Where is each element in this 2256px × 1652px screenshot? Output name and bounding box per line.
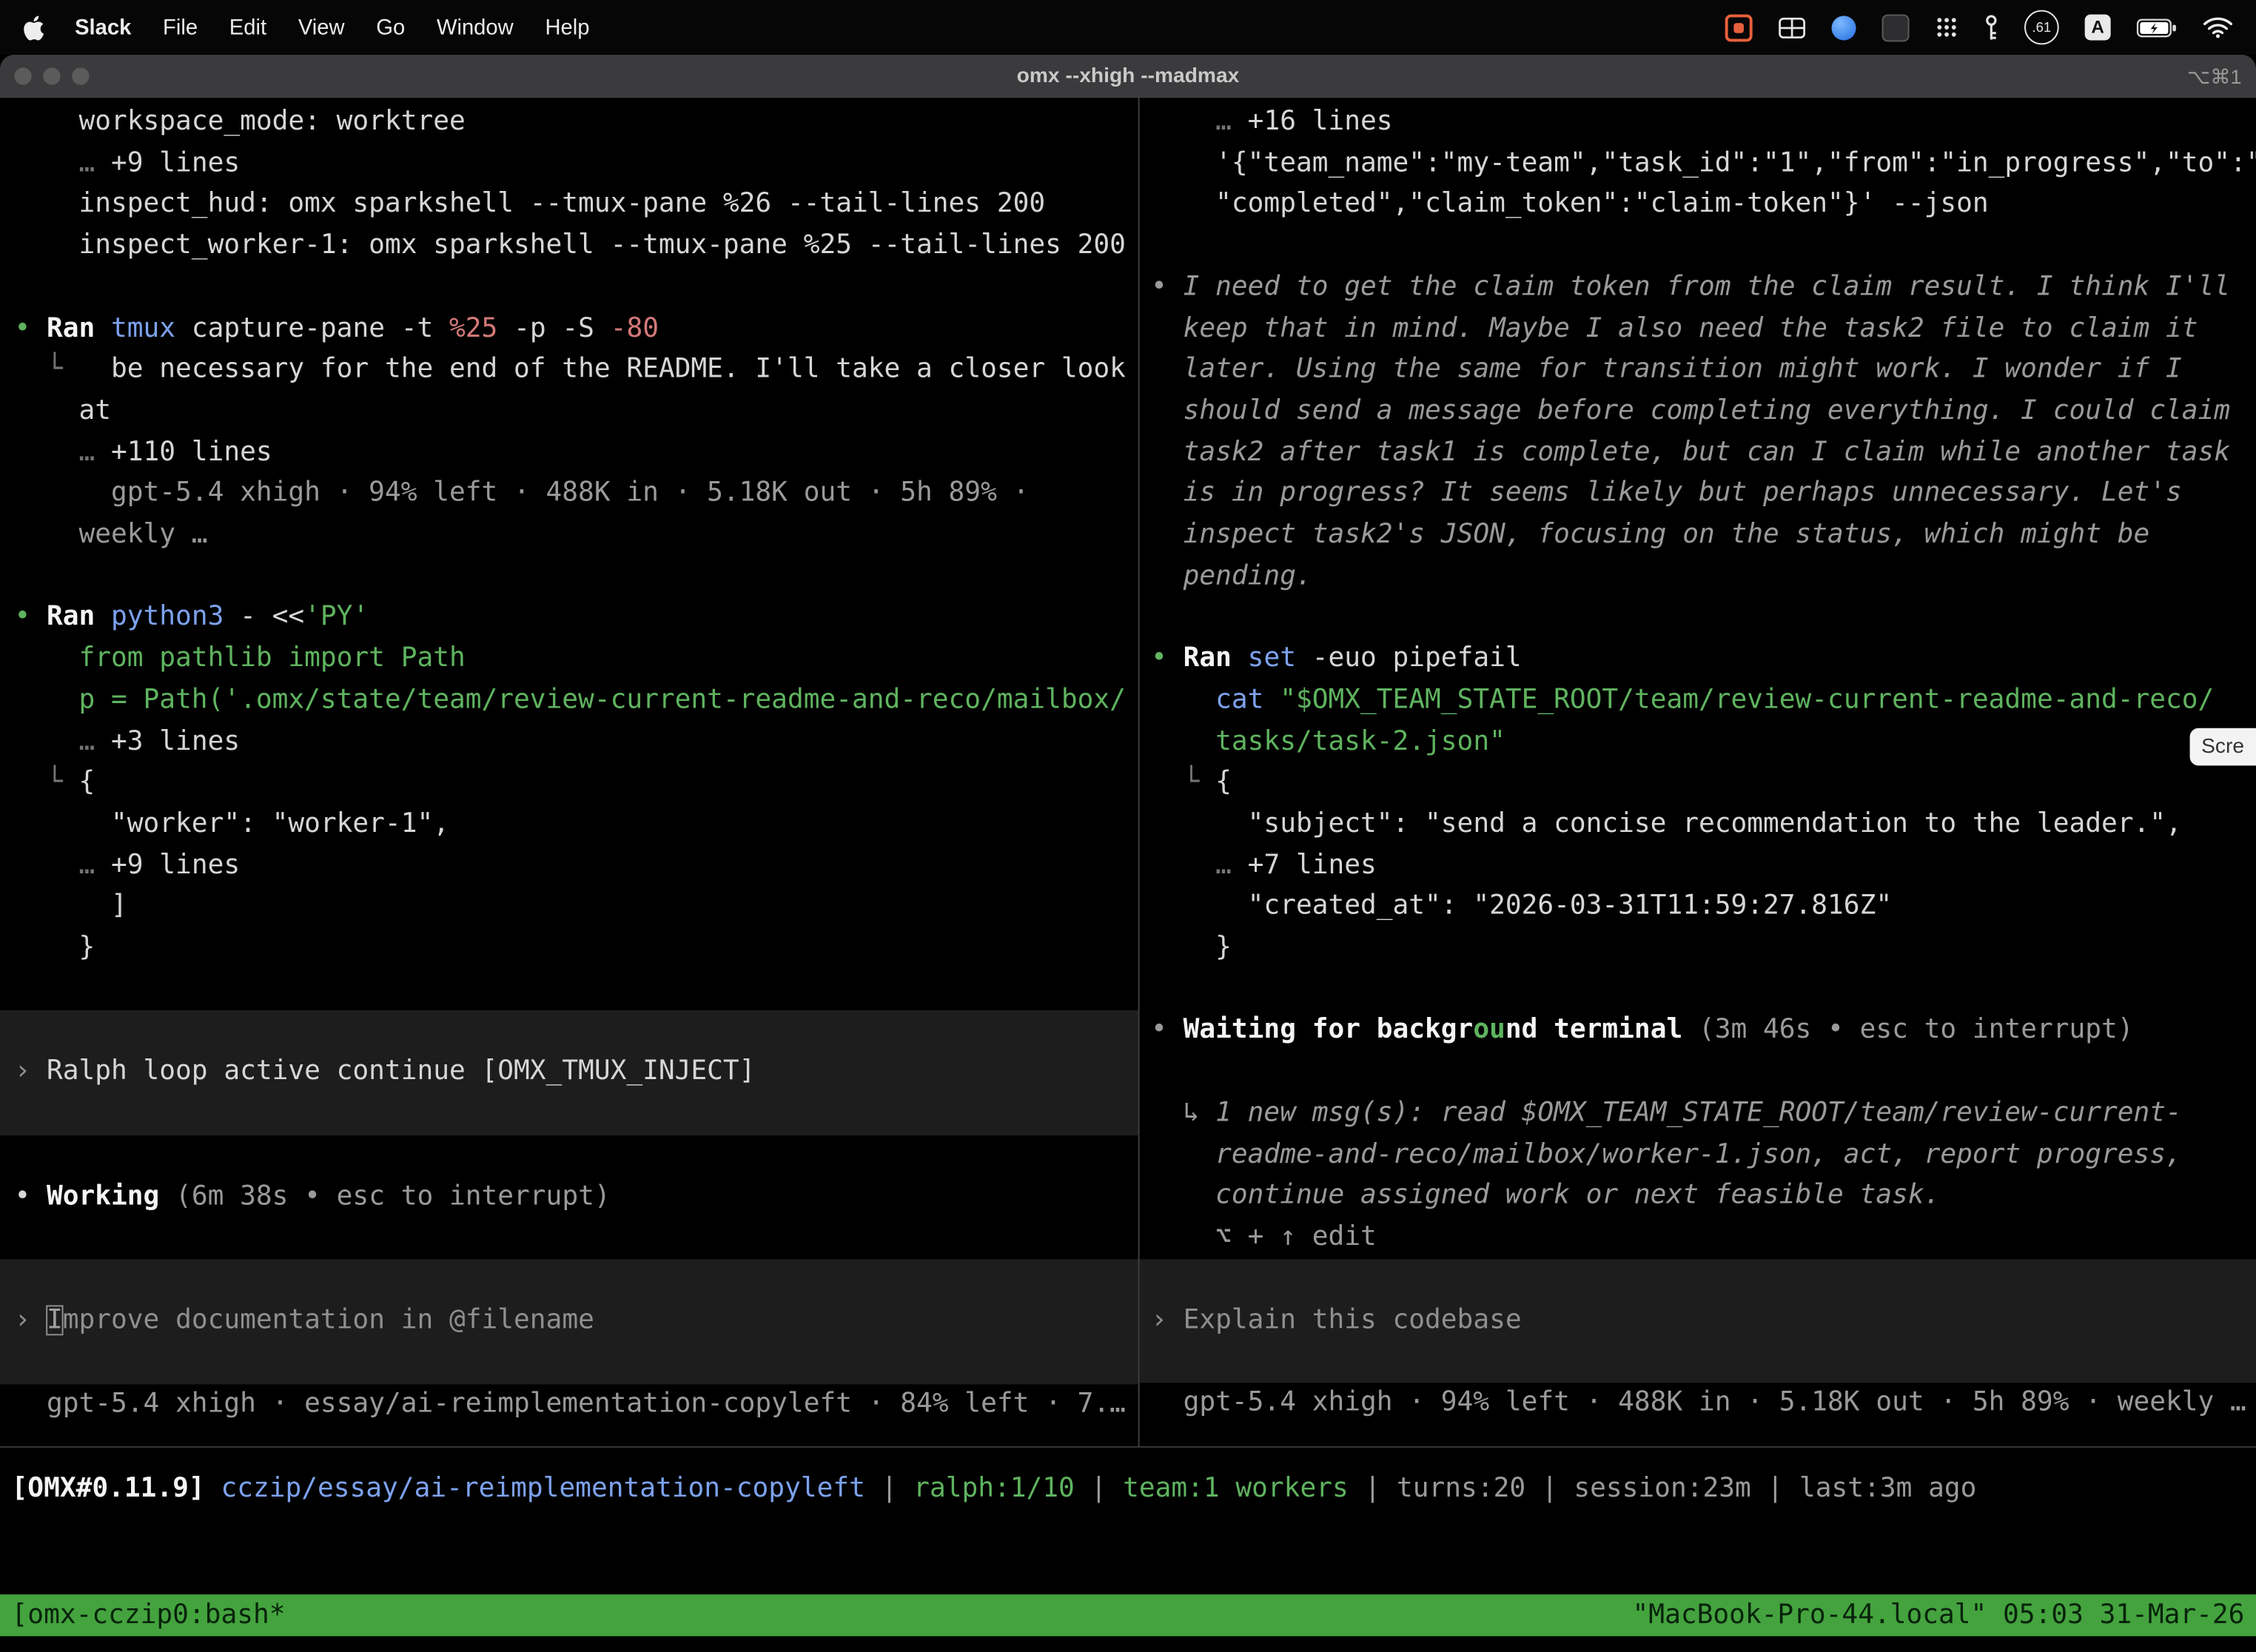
terminal-line: … +16 lines xyxy=(1140,102,2256,144)
terminal-line: keep that in mind. Maybe I also need the… xyxy=(1140,309,2256,350)
terminal-line: gpt-5.4 xhigh · essay/ai-reimplementatio… xyxy=(0,1384,1138,1426)
terminal-line: task2 after task1 is complete, but can I… xyxy=(1140,432,2256,474)
terminal-line xyxy=(0,1135,1138,1177)
terminal-line: • Waiting for background terminal (3m 46… xyxy=(1140,1011,2256,1052)
window-title: omx --xhigh --madmax xyxy=(1017,64,1240,87)
terminal-line: "subject": "send a concise recommendatio… xyxy=(1140,805,2256,846)
screen-recording-icon[interactable] xyxy=(1725,13,1753,41)
terminal-line: readme-and-reco/mailbox/worker-1.json, a… xyxy=(1140,1135,2256,1176)
tmux-host-time-label: "MacBook-Pro-44.local" 05:03 31-Mar-26 xyxy=(1633,1600,2245,1631)
terminal-line: … +9 lines xyxy=(0,846,1138,887)
terminal-window: omx --xhigh --madmax ⌥⌘1 workspace_mode:… xyxy=(0,55,2256,1652)
terminal-line xyxy=(1140,226,2256,267)
terminal-pane-left[interactable]: workspace_mode: worktree … +9 lines insp… xyxy=(0,98,1140,1446)
terminal-line: pending. xyxy=(1140,557,2256,598)
input-source-icon[interactable]: A xyxy=(2085,14,2111,40)
terminal-line: workspace_mode: worktree xyxy=(0,102,1138,144)
battery-icon[interactable] xyxy=(2137,18,2177,36)
key-icon[interactable] xyxy=(1984,13,1998,41)
terminal-line: └ be necessary for the end of the README… xyxy=(0,350,1138,392)
terminal-line: ⌥ + ↑ edit xyxy=(1140,1218,2256,1259)
apple-menu-icon[interactable] xyxy=(23,15,44,39)
menu-item-view[interactable]: View xyxy=(282,15,360,39)
terminal-line: from pathlib import Path xyxy=(0,639,1138,681)
terminal-line: • Ran python3 - <<'PY' xyxy=(0,598,1138,639)
terminal-line: … +110 lines xyxy=(0,432,1138,474)
terminal-line: … +7 lines xyxy=(1140,846,2256,887)
terminal-line: • I need to get the claim token from the… xyxy=(1140,267,2256,309)
terminal-line: inspect task2's JSON, focusing on the st… xyxy=(1140,515,2256,557)
terminal-line: • Ran tmux capture-pane -t %25 -p -S -80 xyxy=(0,309,1138,350)
usage-badge[interactable]: .61 xyxy=(2024,10,2059,45)
terminal-line: › Improve documentation in @filename xyxy=(0,1260,1138,1385)
tmux-session-label: [omx-cczip0:bash* xyxy=(12,1600,286,1631)
dark-app-icon[interactable] xyxy=(1882,13,1910,41)
omx-status-line: [OMX#0.11.9] cczip/essay/ai-reimplementa… xyxy=(0,1448,2256,1511)
terminal-line: } xyxy=(1140,928,2256,970)
close-button[interactable] xyxy=(14,67,31,84)
menu-item-window[interactable]: Window xyxy=(421,15,529,39)
terminal-line: gpt-5.4 xhigh · 94% left · 488K in · 5.1… xyxy=(0,474,1138,515)
menu-item-slack[interactable]: Slack xyxy=(59,15,147,39)
terminal-line xyxy=(1140,598,2256,639)
terminal-line: p = Path('.omx/state/team/review-current… xyxy=(0,680,1138,722)
terminal-line xyxy=(0,267,1138,309)
terminal-line: … +3 lines xyxy=(0,722,1138,763)
terminal-line: } xyxy=(0,928,1138,970)
terminal-pane-right[interactable]: … +16 lines '{"team_name":"my-team","tas… xyxy=(1140,98,2256,1446)
terminal-panes: workspace_mode: worktree … +9 lines insp… xyxy=(0,98,2256,1448)
minimize-button[interactable] xyxy=(43,67,60,84)
terminal-line: › Ralph loop active continue [OMX_TMUX_I… xyxy=(0,1011,1138,1136)
menu-item-edit[interactable]: Edit xyxy=(213,15,282,39)
traffic-lights xyxy=(14,67,89,84)
terminal-line: … +9 lines xyxy=(0,144,1138,185)
terminal-line xyxy=(0,557,1138,598)
terminal-line: gpt-5.4 xhigh · 94% left · 488K in · 5.1… xyxy=(1140,1383,2256,1425)
wifi-icon[interactable] xyxy=(2203,16,2233,38)
terminal-line: is in progress? It seems likely but perh… xyxy=(1140,474,2256,515)
terminal-line xyxy=(0,970,1138,1011)
terminal-line: later. Using the same for transition mig… xyxy=(1140,350,2256,392)
menu-item-file[interactable]: File xyxy=(147,15,214,39)
terminal-line: continue assigned work or next feasible … xyxy=(1140,1176,2256,1218)
dots-grid-icon[interactable] xyxy=(1936,16,1958,38)
terminal-line: at xyxy=(0,392,1138,433)
terminal-line: └ { xyxy=(0,763,1138,805)
terminal-line: "created_at": "2026-03-31T11:59:27.816Z" xyxy=(1140,887,2256,928)
terminal-line xyxy=(0,1218,1138,1260)
terminal-line: ] xyxy=(0,887,1138,928)
blue-app-icon[interactable] xyxy=(1832,15,1856,39)
window-shortcut: ⌥⌘1 xyxy=(2187,64,2242,89)
terminal-line: • Working (6m 38s • esc to interrupt) xyxy=(0,1177,1138,1218)
terminal-line: └ { xyxy=(1140,763,2256,805)
window-title-bar[interactable]: omx --xhigh --madmax ⌥⌘1 xyxy=(0,55,2256,98)
terminal-line: inspect_worker-1: omx sparkshell --tmux-… xyxy=(0,226,1138,267)
terminal-line: • Ran set -euo pipefail xyxy=(1140,639,2256,681)
window-grid-icon[interactable] xyxy=(1779,16,1806,38)
menu-bar: Slack File Edit View Go Window Help .61 … xyxy=(0,0,2256,55)
terminal-line: '{"team_name":"my-team","task_id":"1","f… xyxy=(1140,144,2256,185)
menu-item-help[interactable]: Help xyxy=(529,15,605,39)
terminal-line: cat "$OMX_TEAM_STATE_ROOT/team/review-cu… xyxy=(1140,680,2256,722)
screen-share-overlay: Scre xyxy=(2190,728,2256,766)
screen: Slack File Edit View Go Window Help .61 … xyxy=(0,0,2256,1652)
terminal-line: › Explain this codebase xyxy=(1140,1259,2256,1384)
zoom-button[interactable] xyxy=(72,67,89,84)
terminal-line: ↳ 1 new msg(s): read $OMX_TEAM_STATE_ROO… xyxy=(1140,1093,2256,1135)
terminal-line: "completed","claim_token":"claim-token"}… xyxy=(1140,185,2256,226)
tmux-status-bar: [omx-cczip0:bash* "MacBook-Pro-44.local"… xyxy=(0,1594,2256,1636)
terminal-line: inspect_hud: omx sparkshell --tmux-pane … xyxy=(0,185,1138,226)
terminal-line: tasks/task-2.json" xyxy=(1140,722,2256,763)
terminal-line: "worker": "worker-1", xyxy=(0,805,1138,846)
menu-bar-status-area: .61 A xyxy=(1725,10,2233,45)
menu-bar-left: Slack File Edit View Go Window Help xyxy=(23,15,605,39)
terminal-line: should send a message before completing … xyxy=(1140,392,2256,433)
terminal-line: weekly … xyxy=(0,515,1138,557)
menu-item-go[interactable]: Go xyxy=(360,15,421,39)
terminal-line xyxy=(1140,1052,2256,1094)
terminal-line xyxy=(1140,970,2256,1011)
